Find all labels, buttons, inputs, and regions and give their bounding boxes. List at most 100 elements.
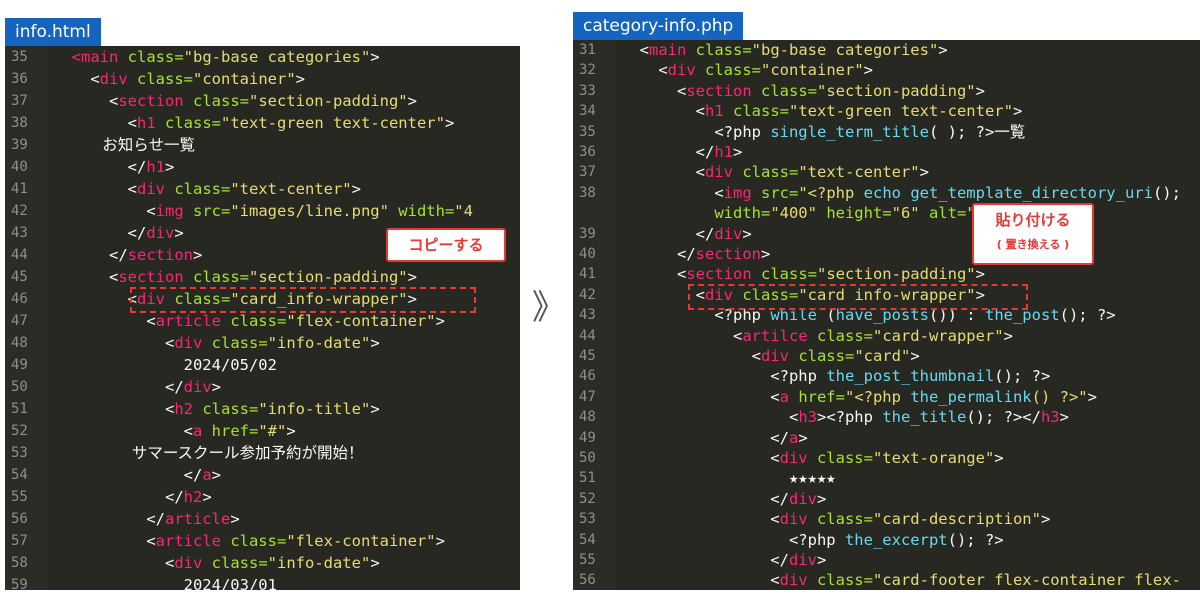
- line-code: 2024/05/02: [53, 354, 277, 376]
- code-line: 46 <?php the_post_thumbnail(); ?>: [573, 366, 1200, 386]
- code-token: >: [370, 554, 380, 572]
- line-number: 38: [11, 115, 28, 131]
- line-code: <div class="container">: [621, 60, 873, 80]
- line-code: </a>: [621, 428, 808, 448]
- code-token: class=: [723, 102, 789, 121]
- right-file-tab[interactable]: category-info.php: [573, 12, 744, 40]
- line-code: <h3><?php the_title(); ?></h3>: [621, 407, 1069, 427]
- code-token: class=: [695, 61, 761, 80]
- code-line: 55 </div>: [573, 550, 1200, 570]
- line-number: 31: [579, 42, 596, 58]
- code-token: "flex-container": [286, 312, 436, 330]
- line-number: 56: [579, 572, 596, 589]
- left-code-editor[interactable]: 35 <main class="bg-base categories"> 36 <…: [5, 46, 520, 590]
- code-token: echo get_template_directory_uri: [863, 183, 1153, 202]
- code-token: (); ?></: [966, 408, 1041, 427]
- code-token: the_permalink: [910, 387, 1032, 406]
- code-line: 45 <section class="section-padding">: [5, 266, 520, 288]
- line-number: 44: [579, 327, 596, 344]
- line-number: 49: [11, 357, 28, 373]
- code-line: 36 </h1>: [573, 142, 1200, 162]
- code-token: src=: [751, 183, 799, 202]
- code-token: the_excerpt: [844, 530, 948, 549]
- code-token: href=: [788, 387, 845, 406]
- line-number: 43: [579, 307, 596, 324]
- line-number: 46: [11, 291, 28, 307]
- code-line: 39 </div>: [573, 224, 1200, 244]
- code-token: <: [621, 183, 724, 202]
- code-line: 47 <article class="flex-container">: [5, 310, 520, 332]
- line-code: </h1>: [621, 142, 743, 162]
- code-line: 52 </div>: [573, 489, 1200, 509]
- code-token: "<?php: [798, 183, 864, 202]
- chevron-right-icon: 》: [532, 288, 566, 328]
- line-code: <a href="<?php the_permalink() ?>">: [621, 387, 1097, 407]
- code-line: 56 </article>: [5, 508, 520, 530]
- code-token: class=: [202, 334, 268, 352]
- line-code: <div class="card-description">: [621, 509, 1050, 529]
- code-token: >: [742, 224, 752, 243]
- line-number: 41: [579, 266, 596, 283]
- line-number: 47: [11, 313, 28, 329]
- line-code: width="400" height="6" alt="">: [621, 203, 994, 223]
- code-token: the_post_thumbnail: [826, 367, 995, 386]
- code-token: <: [53, 114, 137, 132]
- line-code: <artilce class="card-wrapper">: [621, 326, 1013, 346]
- code-token: "section-padding": [248, 92, 408, 110]
- code-token: class=: [127, 70, 193, 88]
- code-token: alt=: [919, 204, 967, 223]
- code-token: div: [174, 334, 203, 352]
- line-number: 53: [11, 445, 28, 461]
- code-token: class=: [686, 41, 752, 59]
- line-code: <h2 class="info-title">: [53, 398, 380, 420]
- code-token: "images/line.png": [230, 202, 389, 220]
- code-token: class=: [202, 554, 268, 572]
- code-token: <: [621, 408, 799, 427]
- line-number: 48: [579, 409, 596, 426]
- code-token: h1: [714, 143, 733, 161]
- code-token: </: [621, 143, 715, 161]
- code-token: "info-title": [258, 400, 371, 418]
- code-token: class=: [807, 571, 873, 590]
- line-number: 42: [579, 286, 596, 303]
- code-line: 53 サマースクール参加予約が開始！: [5, 442, 520, 464]
- left-file-tab[interactable]: info.html: [5, 18, 101, 46]
- code-token: class=: [165, 180, 231, 198]
- code-line: 48 <div class="info-date">: [5, 332, 520, 354]
- line-code: <main class="bg-base categories">: [621, 40, 948, 60]
- code-token: <: [621, 571, 780, 590]
- right-code-editor[interactable]: 31 <main class="bg-base categories"> 32 <…: [573, 40, 1200, 590]
- line-code: <section class="section-padding">: [621, 81, 985, 101]
- code-token: >: [192, 246, 203, 264]
- code-line: 32 <div class="container">: [573, 60, 1200, 80]
- line-code: </article>: [53, 508, 239, 530]
- line-code: <?php the_post_thumbnail(); ?>: [621, 366, 1050, 386]
- code-line: 37 <div class="text-center">: [573, 162, 1200, 182]
- code-token: >: [733, 143, 743, 161]
- code-token: section: [118, 268, 184, 286]
- code-token: </: [621, 224, 715, 243]
- code-line: 58 <div class="info-date">: [5, 552, 520, 574]
- line-code: <div class="card">: [621, 346, 920, 366]
- code-line: 56 <div class="card-footer flex-containe…: [573, 570, 1200, 590]
- code-token: div: [779, 510, 808, 529]
- code-token: (); ?>: [947, 530, 1004, 549]
- line-code: <div class="text-orange">: [621, 448, 1003, 468]
- code-token: div: [788, 489, 817, 508]
- code-token: section: [127, 246, 193, 264]
- code-token: >: [202, 488, 212, 506]
- code-token: "#": [258, 422, 287, 440]
- code-token: >: [798, 428, 808, 447]
- line-number: 59: [11, 577, 28, 590]
- line-number: 52: [579, 490, 596, 507]
- line-number: 45: [11, 269, 28, 285]
- code-line: 54 <?php the_excerpt(); ?>: [573, 530, 1200, 550]
- code-token: "card-description": [872, 510, 1041, 529]
- line-number: 53: [579, 511, 596, 528]
- line-code: </div>: [53, 376, 221, 398]
- code-token: >: [174, 224, 184, 242]
- line-code: </section>: [53, 244, 202, 266]
- line-number: 51: [579, 470, 596, 487]
- line-number: 55: [11, 489, 28, 505]
- code-token: お知らせ一覧: [53, 136, 195, 154]
